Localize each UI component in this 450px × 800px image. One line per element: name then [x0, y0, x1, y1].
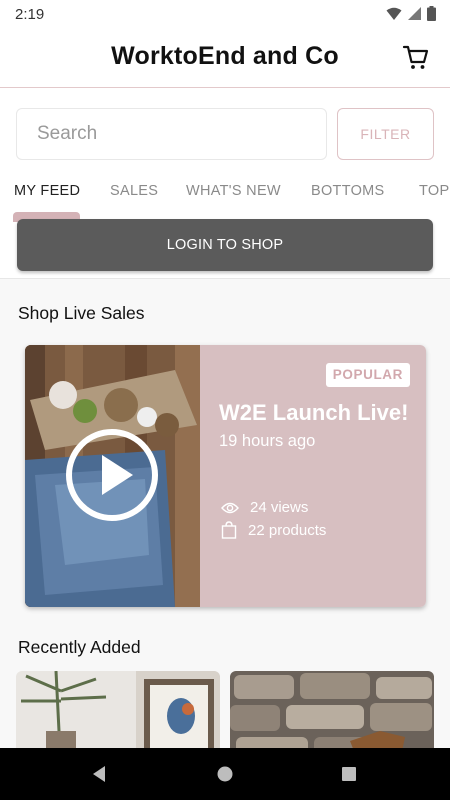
- search-row: Search FILTER: [16, 108, 434, 160]
- live-sale-title: W2E Launch Live!: [219, 400, 409, 425]
- views-count: 24 views: [250, 499, 309, 516]
- tab-sales[interactable]: SALES: [110, 183, 158, 199]
- popular-badge-label: POPULAR: [332, 367, 403, 382]
- filter-button[interactable]: FILTER: [337, 108, 434, 160]
- shop-live-sales-heading: Shop Live Sales: [18, 303, 145, 323]
- live-sale-photo: [25, 345, 200, 607]
- products-count: 22 products: [248, 521, 327, 539]
- live-sale-card[interactable]: POPULAR W2E Launch Live! 19 hours ago 24…: [25, 345, 426, 607]
- views-stat: 24 views: [221, 499, 308, 516]
- filter-label: FILTER: [360, 126, 411, 142]
- recents-icon: [342, 767, 356, 781]
- recently-added-heading: Recently Added: [18, 637, 141, 657]
- status-bar: 2:19: [0, 0, 450, 28]
- tab-top[interactable]: TOP: [419, 183, 449, 199]
- cart-button[interactable]: [402, 43, 430, 71]
- wifi-icon: [386, 7, 402, 20]
- tab-whats-new[interactable]: WHAT'S NEW: [186, 183, 281, 199]
- app-title: WorktoEnd and Co: [111, 42, 339, 70]
- search-placeholder: Search: [37, 123, 98, 144]
- products-stat: 22 products: [221, 521, 326, 539]
- cart-icon: [402, 45, 429, 69]
- home-button[interactable]: [213, 762, 237, 786]
- category-tabs: MY FEED SALES WHAT'S NEW BOTTOMS TOP: [0, 176, 450, 216]
- live-sale-thumbnail[interactable]: [25, 345, 200, 607]
- tab-my-feed[interactable]: MY FEED: [14, 183, 80, 199]
- back-button[interactable]: [88, 762, 112, 786]
- app-header: WorktoEnd and Co: [0, 28, 450, 88]
- live-sale-time: 19 hours ago: [219, 432, 316, 450]
- home-icon: [217, 766, 233, 782]
- login-label: LOGIN TO SHOP: [166, 237, 284, 253]
- live-sale-info: POPULAR W2E Launch Live! 19 hours ago 24…: [200, 345, 426, 607]
- back-icon: [93, 766, 105, 782]
- recents-button[interactable]: [337, 762, 361, 786]
- search-input[interactable]: Search: [16, 108, 327, 160]
- login-to-shop-button[interactable]: LOGIN TO SHOP: [17, 219, 433, 271]
- battery-icon: [427, 6, 436, 21]
- status-icons: [386, 6, 436, 21]
- popular-badge: POPULAR: [325, 363, 410, 387]
- tab-bottoms[interactable]: BOTTOMS: [311, 183, 385, 199]
- status-time: 2:19: [15, 6, 45, 23]
- signal-icon: [408, 7, 421, 20]
- system-navigation-bar: [0, 748, 450, 800]
- eye-icon: [221, 502, 239, 513]
- shopping-bag-icon: [221, 521, 237, 539]
